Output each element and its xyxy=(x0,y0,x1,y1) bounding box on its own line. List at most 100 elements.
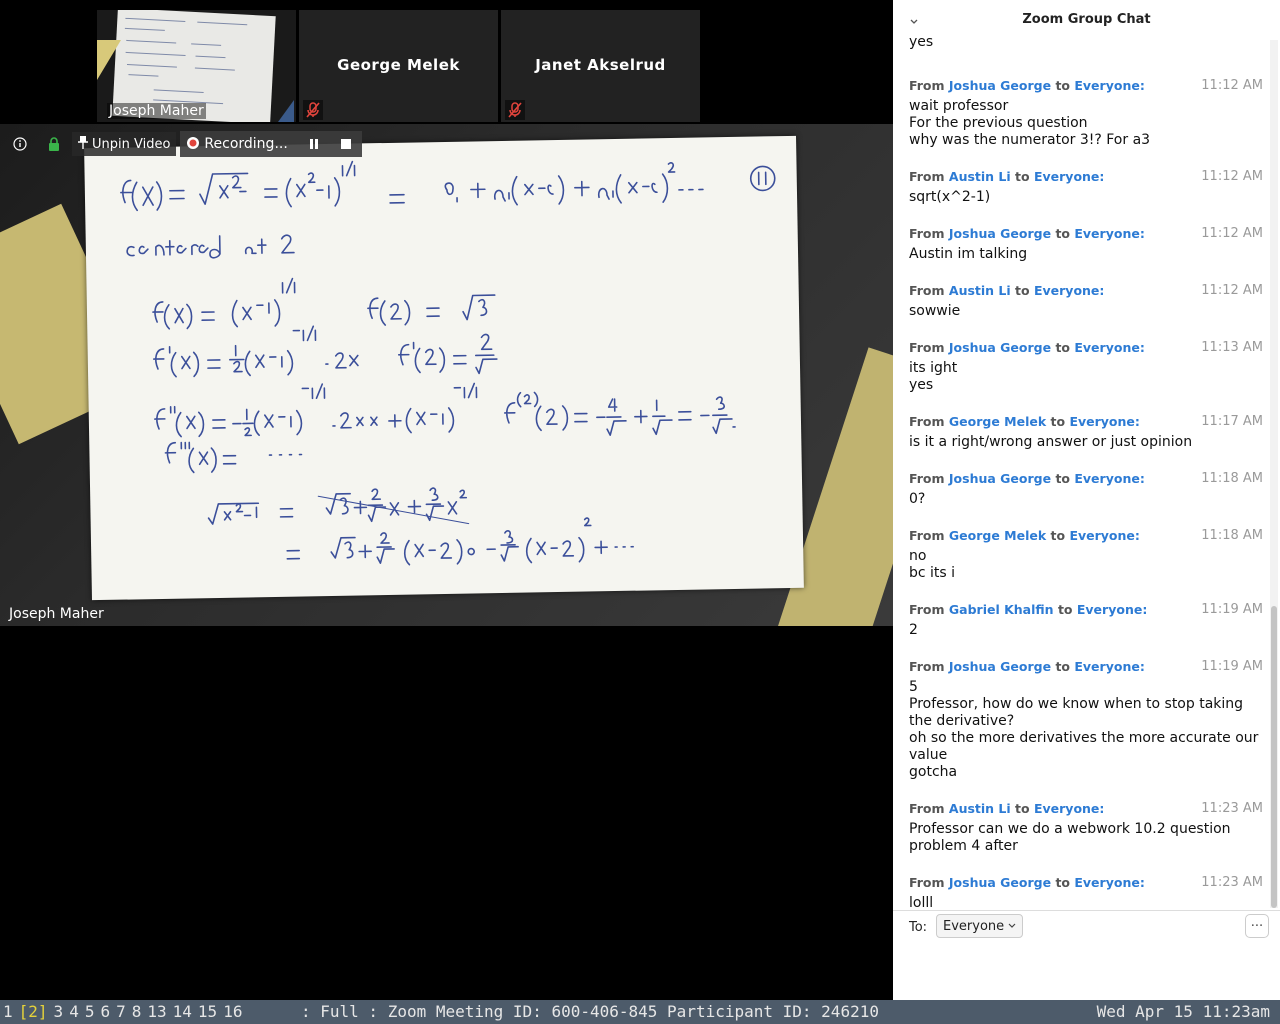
chat-message-header: From Gabriel Khalfin to Everyone: 11:19 A… xyxy=(909,602,1263,618)
to-word: to xyxy=(1015,283,1030,298)
participant-thumb-joseph[interactable]: Joseph Maher xyxy=(97,10,296,122)
to-word: to xyxy=(1050,414,1066,429)
chat-message: From Austin Li to Everyone: 11:12 AM sowwi… xyxy=(909,283,1263,320)
participant-thumb-janet[interactable]: Janet Akselrud xyxy=(501,10,700,122)
sender-name[interactable]: Joshua George xyxy=(949,471,1051,486)
from-word: From xyxy=(909,340,945,355)
chat-footer: To: Everyone ··· xyxy=(893,910,1280,1001)
chat-message: From Joshua George to Everyone: 11:13 AM i… xyxy=(909,340,1263,394)
workspace-9[interactable]: 13 xyxy=(147,1002,166,1021)
chat-message-text: no xyxy=(909,548,927,564)
sender-name[interactable]: Joshua George xyxy=(949,340,1051,355)
sender-name[interactable]: Joshua George xyxy=(949,78,1051,93)
stop-recording-icon[interactable] xyxy=(336,134,356,154)
workspace-8[interactable]: 8 xyxy=(132,1002,142,1021)
chat-message-header: From Austin Li to Everyone: 11:12 AM xyxy=(909,169,1263,185)
unpin-video-button[interactable]: Unpin Video xyxy=(72,132,177,156)
recipient-name: Everyone: xyxy=(1074,226,1145,241)
from-word: From xyxy=(909,471,945,486)
chat-message-header: From Austin Li to Everyone: 11:23 AM xyxy=(909,801,1263,817)
workspace-3[interactable]: 3 xyxy=(54,1002,64,1021)
chat-message-text: For the previous question xyxy=(909,115,1088,131)
workspace-12[interactable]: 16 xyxy=(223,1002,242,1021)
more-options-button[interactable]: ··· xyxy=(1245,914,1269,938)
chat-message-text: the derivative? xyxy=(909,713,1015,729)
chat-message-text: yes xyxy=(909,377,934,393)
chat-message-text: Professor, how do we know when to stop t… xyxy=(909,696,1244,712)
participant-name-george: George Melek xyxy=(337,56,460,74)
recipient-name: Everyone: xyxy=(1076,602,1148,617)
workspace-6[interactable]: 6 xyxy=(100,1002,110,1021)
handwritten-math xyxy=(120,160,776,566)
unpin-video-label: Unpin Video xyxy=(92,136,171,152)
active-speaker-name: Joseph Maher xyxy=(9,606,104,622)
from-word: From xyxy=(909,169,945,184)
mic-muted-icon xyxy=(303,100,323,120)
message-timestamp: 11:12 AM xyxy=(1201,283,1263,298)
sender-name[interactable]: George Melek xyxy=(949,528,1046,543)
sender-name[interactable]: Joshua George xyxy=(949,659,1051,674)
chat-message-text: value xyxy=(909,747,948,763)
clock: Wed Apr 15 11:23am xyxy=(1096,1002,1270,1021)
chat-message-text: gotcha xyxy=(909,764,958,780)
sender-name[interactable]: Gabriel Khalfin xyxy=(949,602,1054,617)
recipient-name: Everyone: xyxy=(1069,414,1140,429)
to-word: to xyxy=(1050,528,1066,543)
recipient-name: Everyone: xyxy=(1033,283,1105,298)
sender-name[interactable]: George Melek xyxy=(949,414,1046,429)
workspace-1[interactable]: 1 xyxy=(3,1002,13,1021)
message-timestamp: 11:23 AM xyxy=(1201,875,1263,890)
chat-message-body: sqrt(x^2-1) xyxy=(909,189,1263,206)
chat-scrollbar-thumb[interactable] xyxy=(1271,606,1277,908)
workspace-list: 1 [2] 3 4 5 6 7 8 13 14 15 16 xyxy=(3,1002,248,1021)
sender-name[interactable]: Austin Li xyxy=(949,283,1011,298)
chat-message: From Joshua George to Everyone: 11:12 AM A… xyxy=(909,226,1263,263)
from-word: From xyxy=(909,801,945,816)
to-word: to xyxy=(1055,226,1071,241)
chat-message-body: sowwie xyxy=(909,303,1263,320)
chat-message-text: Professor can we do a webwork 10.2 quest… xyxy=(909,821,1231,837)
encryption-lock-icon[interactable] xyxy=(42,132,66,156)
from-word: From xyxy=(909,528,945,543)
chat-message-text: bc its i xyxy=(909,565,956,581)
sender-name[interactable]: Austin Li xyxy=(949,169,1011,184)
thumb-yellow-paper xyxy=(97,40,121,80)
to-word: to xyxy=(1057,602,1073,617)
participant-thumb-george[interactable]: George Melek xyxy=(299,10,498,122)
chat-message-list[interactable]: yes From Joshua George to Everyone: 11:12… xyxy=(893,34,1270,910)
from-word: From xyxy=(909,602,945,617)
sender-name[interactable]: Joshua George xyxy=(949,875,1051,890)
recipient-name: Everyone: xyxy=(1074,875,1145,890)
chat-scrollbar[interactable] xyxy=(1270,40,1278,908)
to-word: to xyxy=(1015,169,1030,184)
workspace-11[interactable]: 15 xyxy=(198,1002,217,1021)
to-word: to xyxy=(1055,340,1071,355)
workspace-10[interactable]: 14 xyxy=(173,1002,192,1021)
chat-message-text: yes xyxy=(909,34,934,50)
chat-message-header: From Joshua George to Everyone: 11:12 AM xyxy=(909,226,1263,242)
tmux-status-bar: 1 [2] 3 4 5 6 7 8 13 14 15 16 : Full : Zoom Meeting… xyxy=(0,1000,1280,1024)
chat-message-partial: yes xyxy=(909,34,1263,51)
workspace-2[interactable]: [2] xyxy=(19,1002,48,1021)
chat-message: From George Melek to Everyone: 11:17 AM is… xyxy=(909,414,1263,451)
mic-muted-icon xyxy=(505,100,525,120)
sender-name[interactable]: Austin Li xyxy=(949,801,1011,816)
workspace-5[interactable]: 5 xyxy=(85,1002,95,1021)
info-icon[interactable] xyxy=(8,132,32,156)
video-toolbar: Unpin Video Recording... xyxy=(8,131,362,157)
chat-message-text: lolll xyxy=(909,895,934,910)
sender-name[interactable]: Joshua George xyxy=(949,226,1051,241)
chat-message-body: Professor can we do a webwork 10.2 quest… xyxy=(909,821,1263,855)
participant-name-joseph: Joseph Maher xyxy=(107,103,206,119)
workspace-4[interactable]: 4 xyxy=(69,1002,79,1021)
from-word: From xyxy=(909,78,945,93)
thumb-corner xyxy=(278,100,294,122)
chat-message-text: problem 4 after xyxy=(909,838,1018,854)
workspace-7[interactable]: 7 xyxy=(116,1002,126,1021)
pause-recording-icon[interactable] xyxy=(304,134,324,154)
chat-message-body: wait professor For the previous question w… xyxy=(909,98,1263,149)
chat-message-text: oh so the more derivatives the more accu… xyxy=(909,730,1259,746)
chat-message-header: From George Melek to Everyone: 11:17 AM xyxy=(909,414,1263,430)
recipient-select[interactable]: Everyone xyxy=(936,914,1024,938)
chat-message-body: 5 Professor, how do we know when to stop … xyxy=(909,679,1263,781)
